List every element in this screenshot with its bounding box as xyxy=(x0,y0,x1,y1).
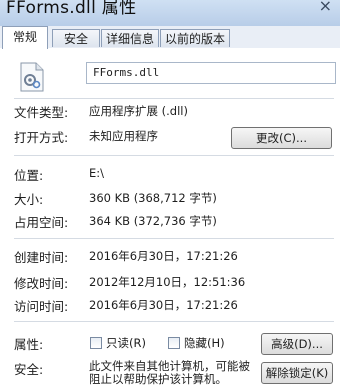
separator xyxy=(14,321,334,322)
size-on-disk-value: 364 KB (372,736 字节) xyxy=(89,214,217,228)
security-warning-text: 此文件来自其他计算机，可能被阻止以帮助保护该计算机。 xyxy=(89,360,250,386)
accessed-value: 2016年6月30日，17:21:26 xyxy=(89,298,238,312)
opens-with-value: 未知应用程序 xyxy=(89,129,158,143)
separator xyxy=(14,98,334,99)
modified-label: 修改时间: xyxy=(14,276,69,291)
hidden-label[interactable]: 隐藏(H) xyxy=(184,335,225,351)
window-title: FForms.dll 属性 xyxy=(6,0,137,18)
separator xyxy=(14,238,334,239)
location-label: 位置: xyxy=(14,168,44,183)
size-value: 360 KB (368,712 字节) xyxy=(89,191,217,205)
readonly-label[interactable]: 只读(R) xyxy=(106,335,146,351)
readonly-checkbox[interactable] xyxy=(90,337,102,349)
accessed-label: 访问时间: xyxy=(14,299,69,314)
close-icon[interactable]: × xyxy=(319,0,332,15)
advanced-button[interactable]: 高级(D)... xyxy=(261,333,333,355)
tab-bar: 常规 安全 详细信息 以前的版本 xyxy=(0,26,340,49)
hidden-checkbox[interactable] xyxy=(168,337,180,349)
location-value: E:\ xyxy=(89,166,105,180)
separator xyxy=(14,155,334,156)
file-name-input[interactable]: FForms.dll xyxy=(86,62,336,84)
file-type-label: 文件类型: xyxy=(14,105,69,120)
modified-value: 2012年12月10日，12:51:36 xyxy=(89,275,246,289)
tab-security[interactable]: 安全 xyxy=(52,29,100,47)
size-on-disk-label: 占用空间: xyxy=(14,215,69,230)
general-panel: FForms.dll 文件类型: 应用程序扩展 (.dll) 打开方式: 未知应… xyxy=(0,48,340,386)
opens-with-label: 打开方式: xyxy=(14,130,69,145)
title-bar: FForms.dll 属性 × xyxy=(0,0,340,26)
change-button[interactable]: 更改(C)... xyxy=(231,127,332,149)
dll-file-icon xyxy=(20,62,44,92)
tab-details[interactable]: 详细信息 xyxy=(101,29,159,47)
created-label: 创建时间: xyxy=(14,250,69,265)
tab-previous-versions[interactable]: 以前的版本 xyxy=(160,29,230,47)
file-type-value: 应用程序扩展 (.dll) xyxy=(89,104,188,118)
created-value: 2016年6月30日，17:21:26 xyxy=(89,249,238,263)
security-label: 安全: xyxy=(14,362,44,377)
attributes-label: 属性: xyxy=(14,337,44,352)
size-label: 大小: xyxy=(14,192,44,207)
tab-general[interactable]: 常规 xyxy=(2,26,48,49)
